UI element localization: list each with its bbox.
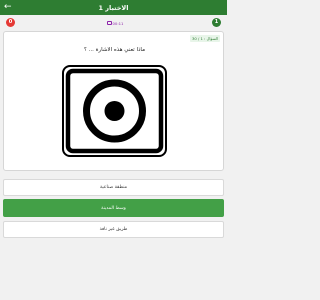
question-counter: السؤال : 1 / 30 xyxy=(189,35,220,42)
timer-icon xyxy=(106,21,112,25)
answer-option-3[interactable]: طريق غير نافذ xyxy=(3,221,224,238)
question-card: السؤال : 1 / 30 ماذا تعني هذه الاشارة ..… xyxy=(3,31,224,171)
traffic-sign-image xyxy=(62,65,167,157)
answer-option-1[interactable]: منطقة صناعية xyxy=(3,179,224,196)
arrow-back-icon[interactable]: ← xyxy=(4,1,12,13)
app-bar: ← الاختبار 1 xyxy=(0,0,227,15)
wrong-count-badge: 0 xyxy=(6,18,15,27)
page-title: الاختبار 1 xyxy=(98,3,129,12)
timer: 00:11 xyxy=(104,20,126,26)
question-text: ماذا تعني هذه الاشارة ... ؟ xyxy=(83,47,146,53)
score-row: 0 00:11 1 xyxy=(0,15,227,30)
timer-text: 00:11 xyxy=(112,20,124,26)
right-count-badge: 1 xyxy=(212,18,221,27)
answer-option-2[interactable]: وسط المدينة xyxy=(3,199,224,217)
